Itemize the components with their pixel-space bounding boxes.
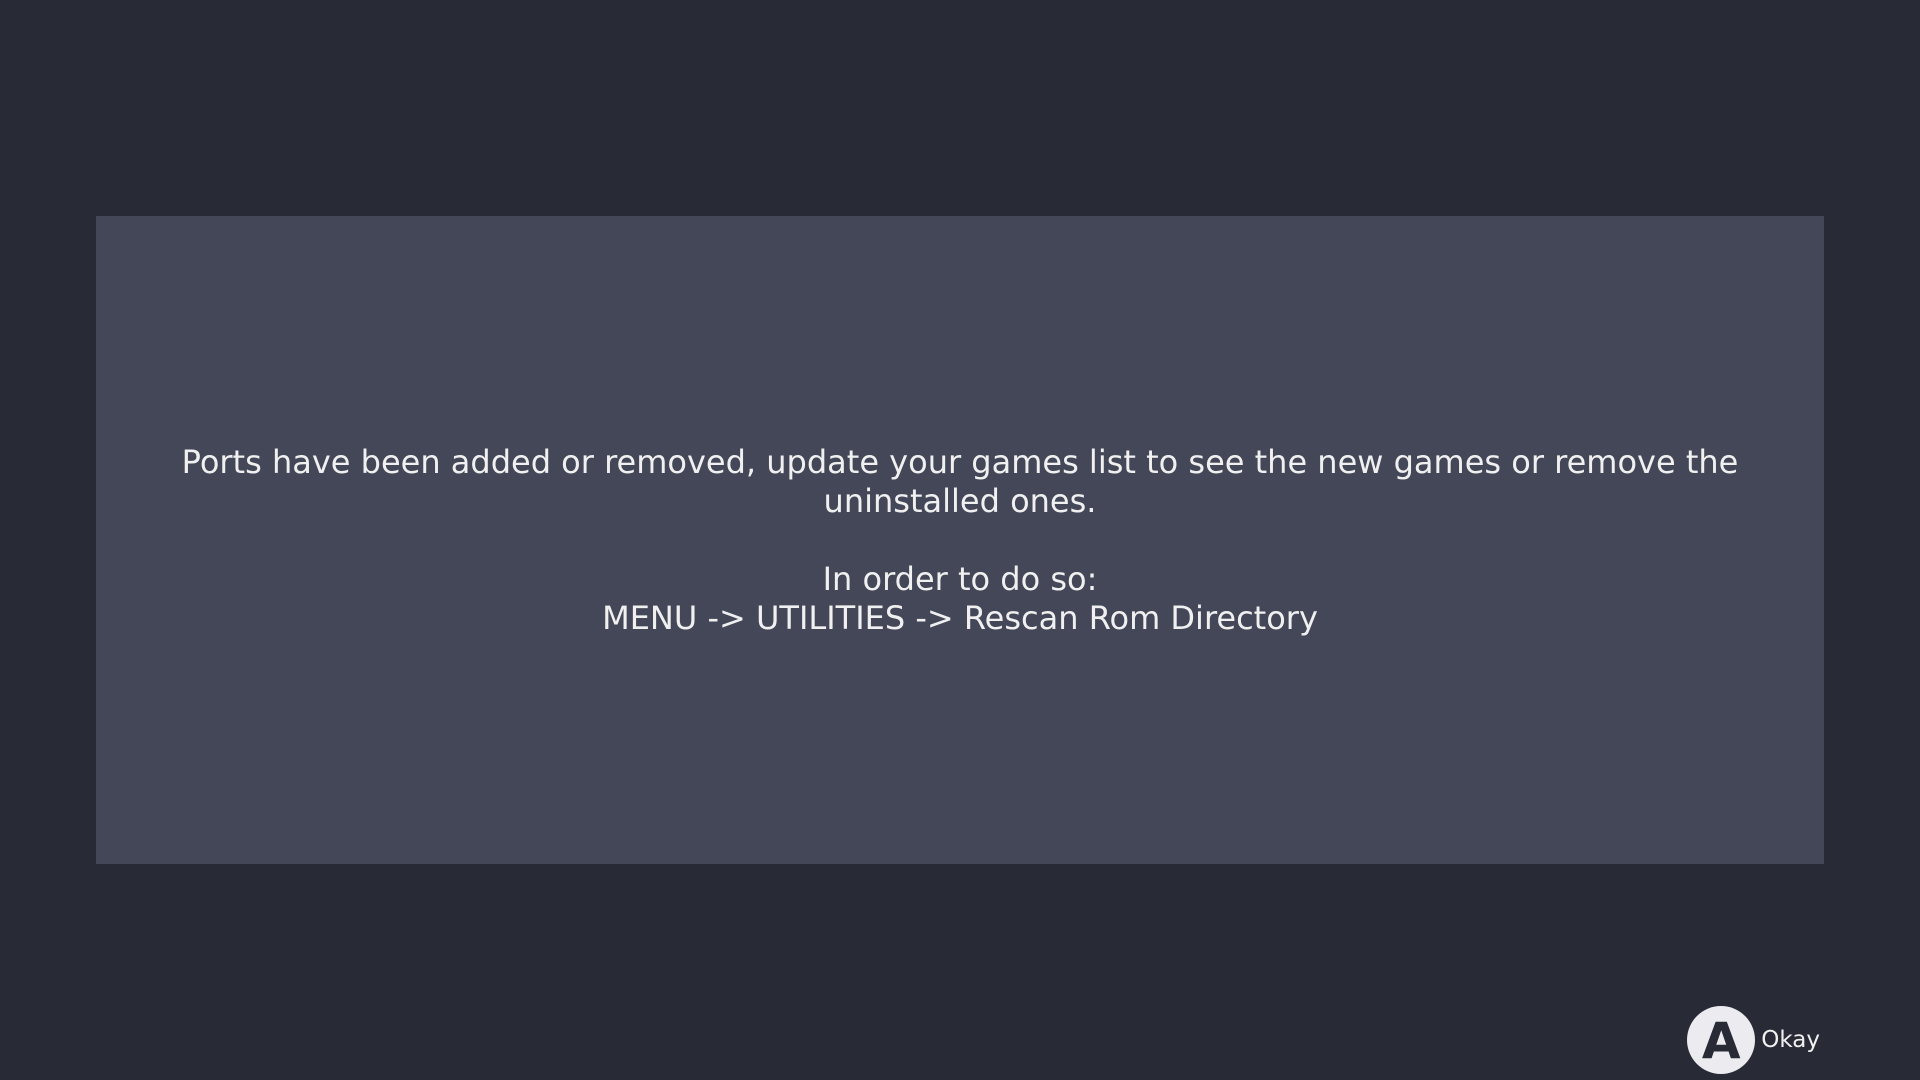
message-dialog: Ports have been added or removed, update… [96,216,1824,864]
message-line-1: Ports have been added or removed, update… [181,442,1739,481]
a-button-icon: A [1687,1006,1756,1074]
message-line-4: MENU -> UTILITIES -> Rescan Rom Director… [602,598,1318,637]
a-button-glyph: A [1701,1012,1741,1070]
message-line-2: uninstalled ones. [823,481,1097,520]
message-line-3: In order to do so: [822,559,1098,598]
okay-button-label: Okay [1761,1027,1820,1053]
okay-button[interactable]: A Okay [1687,1006,1820,1074]
screen: Ports have been added or removed, update… [0,0,1920,1080]
